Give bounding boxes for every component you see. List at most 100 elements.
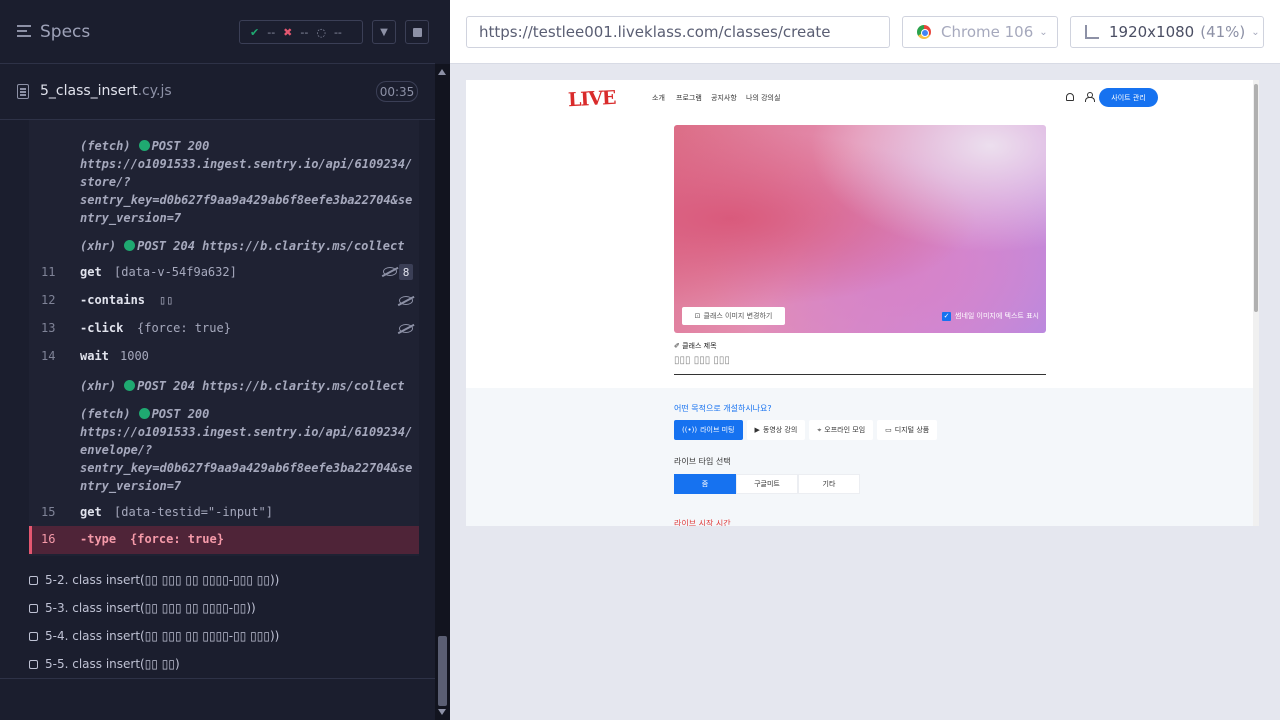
live-start-label: 라이브 시작 시간 — [674, 519, 731, 526]
scroll-down-icon[interactable] — [438, 709, 446, 715]
spec-filename[interactable]: 5_class_insert.cy.js — [40, 83, 172, 99]
pending-test[interactable]: 5-3. class insert(▯▯ ▯▯▯ ▯▯ ▯▯▯▯-▯▯)) — [29, 601, 256, 615]
nav-intro[interactable]: 소개 — [652, 93, 665, 103]
request-url: https://b.clarity.ms/collect — [202, 239, 405, 253]
class-thumbnail: ⊡ 클래스 이미지 변경하기 ✓ 썸네일 이미지에 텍스트 표시 — [674, 125, 1046, 333]
request-url-line: envelope/? — [80, 443, 153, 457]
change-image-button[interactable]: ⊡ 클래스 이미지 변경하기 — [682, 307, 785, 325]
app-scrollbar[interactable] — [1253, 80, 1259, 526]
purpose-options: ((•)) 라이브 미팅 ▶ 동영상 강의 ⌖ 오프라인 모임 ▭ 디지털 상품 — [674, 420, 938, 440]
image-icon: ⊡ — [694, 312, 701, 320]
test-checkbox-icon — [29, 575, 38, 585]
scroll-up-icon[interactable] — [438, 69, 446, 75]
stop-button[interactable] — [405, 20, 429, 44]
purpose-label: 라이브 미팅 — [700, 426, 735, 434]
change-image-label: 클래스 이미지 변경하기 — [703, 312, 773, 320]
live-type-zoom[interactable]: 줌 — [674, 474, 736, 494]
command-name: -contains — [80, 293, 146, 307]
status-dot-icon — [124, 240, 136, 251]
nav-my-classroom[interactable]: 나의 강의실 — [746, 93, 780, 103]
reporter-scrollbar[interactable] — [435, 64, 450, 720]
browser-name: Chrome 106 — [941, 23, 1034, 41]
pending-test[interactable]: 5-4. class insert(▯▯ ▯▯▯ ▯▯ ▯▯▯▯-▯▯ ▯▯▯)… — [29, 629, 279, 643]
viewport-selector[interactable]: 1920x1080 (41%) ⌄ — [1070, 16, 1264, 48]
reporter-header: Specs ✔ -- ✖ -- ◌ -- ▼ — [0, 0, 435, 64]
network-request[interactable]: (fetch) POST 200 https://o1091533.ingest.… — [80, 405, 415, 495]
app-scrollbar-thumb[interactable] — [1254, 84, 1258, 312]
broadcast-icon: ((•)) — [682, 426, 698, 434]
test-title: 5-2. class insert(▯▯ ▯▯▯ ▯▯ ▯▯▯▯-▯▯▯ ▯▯)… — [45, 573, 280, 587]
book-icon: ▭ — [885, 426, 892, 434]
request-method: POST 204 — [137, 239, 195, 253]
network-request[interactable]: (fetch) POST 200 https://o1091533.ingest.… — [80, 137, 415, 227]
live-type-google-meet[interactable]: 구글미트 — [736, 474, 798, 494]
browser-selector[interactable]: Chrome 106 ⌄ — [902, 16, 1058, 48]
purpose-live-meeting[interactable]: ((•)) 라이브 미팅 — [674, 420, 743, 440]
purpose-digital-product[interactable]: ▭ 디지털 상품 — [877, 420, 938, 440]
spec-filename-base: 5_class_insert — [40, 83, 138, 99]
user-icon[interactable] — [1085, 92, 1095, 102]
test-checkbox-icon — [29, 659, 38, 669]
live-type-options: 줌 구글미트 기타 — [674, 474, 860, 494]
thumbnail-text-toggle[interactable]: ✓ 썸네일 이미지에 텍스트 표시 — [942, 311, 1039, 321]
test-title: 5-4. class insert(▯▯ ▯▯▯ ▯▯ ▯▯▯▯-▯▯ ▯▯▯)… — [45, 629, 280, 643]
network-request[interactable]: (xhr) POST 204 https://b.clarity.ms/colle… — [80, 237, 415, 255]
nav-notice[interactable]: 공지사항 — [711, 93, 737, 103]
checkbox-checked-icon[interactable]: ✓ — [942, 311, 951, 321]
chevron-down-icon: ⌄ — [1039, 26, 1048, 38]
play-icon: ▶ — [754, 426, 760, 434]
url-bar[interactable]: https://testlee001.liveklass.com/classes… — [466, 16, 890, 48]
site-admin-button[interactable]: 사이트 관리 — [1099, 88, 1158, 107]
divider — [0, 678, 435, 679]
network-request[interactable]: (xhr) POST 204 https://b.clarity.ms/colle… — [80, 377, 415, 395]
pending-test[interactable]: 5-2. class insert(▯▯ ▯▯▯ ▯▯ ▯▯▯▯-▯▯▯ ▯▯)… — [29, 573, 279, 587]
request-kind: (fetch) — [80, 139, 131, 153]
request-url-line: https://o1091533.ingest.sentry.io/api/61… — [80, 157, 413, 171]
test-stats: ✔ -- ✖ -- ◌ -- — [239, 20, 363, 44]
command-number: 11 — [41, 265, 56, 279]
purpose-offline-meeting[interactable]: ⌖ 오프라인 모임 — [809, 420, 874, 440]
bell-icon[interactable] — [1066, 93, 1074, 101]
viewport-scale: (41%) — [1200, 23, 1246, 41]
command-number: 13 — [41, 321, 56, 335]
app-iframe[interactable]: LIVE 소개 프로그램 공지사항 나의 강의실 사이트 관리 ⊡ 클래스 이미지… — [466, 80, 1259, 526]
menu-icon[interactable] — [17, 25, 31, 39]
chrome-icon — [917, 25, 931, 39]
aut-header: https://testlee001.liveklass.com/classes… — [450, 0, 1280, 64]
command-number: 12 — [41, 293, 56, 307]
purpose-question: 어떤 목적으로 개설하시나요? — [674, 404, 772, 413]
test-checkbox-icon — [29, 603, 38, 613]
command-message: [data-testid="-input"] — [114, 505, 273, 519]
request-kind: (xhr) — [80, 379, 117, 393]
test-checkbox-icon — [29, 631, 38, 641]
status-dot-icon — [138, 408, 150, 419]
class-title-label: ✐ 클래스 제목 — [674, 342, 717, 350]
nav-program[interactable]: 프로그램 — [676, 93, 702, 103]
element-count-badge: 8 — [399, 264, 413, 280]
failed-command-row[interactable]: 16 -type {force: true} — [29, 526, 419, 554]
stop-icon — [412, 27, 422, 37]
scrollbar-thumb[interactable] — [438, 636, 447, 706]
command-message: ▯▯ — [159, 293, 174, 307]
live-type-other[interactable]: 기타 — [798, 474, 860, 494]
pending-test[interactable]: 5-5. class insert(▯▯ ▯▯) — [29, 657, 180, 671]
command-log: (fetch) POST 200 https://o1091533.ingest.… — [0, 120, 435, 556]
purpose-label: 오프라인 모임 — [824, 426, 866, 434]
viewport-size: 1920x1080 — [1109, 23, 1195, 41]
file-icon — [17, 84, 29, 99]
command-name: get — [80, 505, 102, 519]
command-name: -type — [80, 532, 117, 546]
request-url-line: sentry_key=d0b627f9aa9a429ab6f8eefe3ba22… — [80, 461, 413, 475]
test-title: 5-5. class insert(▯▯ ▯▯) — [45, 657, 180, 671]
location-pin-icon: ⌖ — [817, 425, 822, 434]
request-url-line: ntry_version=7 — [80, 211, 182, 225]
site-logo[interactable]: LIVE — [567, 87, 616, 111]
failed-count: -- — [300, 25, 309, 39]
test-title: 5-3. class insert(▯▯ ▯▯▯ ▯▯ ▯▯▯▯-▯▯)) — [45, 601, 256, 615]
class-title-input[interactable]: ▯▯▯ ▯▯▯ ▯▯▯ — [674, 355, 1046, 375]
purpose-video-lecture[interactable]: ▶ 동영상 강의 — [746, 420, 806, 440]
chevron-down-icon[interactable]: ▼ — [372, 20, 396, 44]
specs-title[interactable]: Specs — [40, 22, 90, 42]
check-icon: ✔ — [250, 25, 260, 39]
request-url-line: ntry_version=7 — [80, 479, 182, 493]
